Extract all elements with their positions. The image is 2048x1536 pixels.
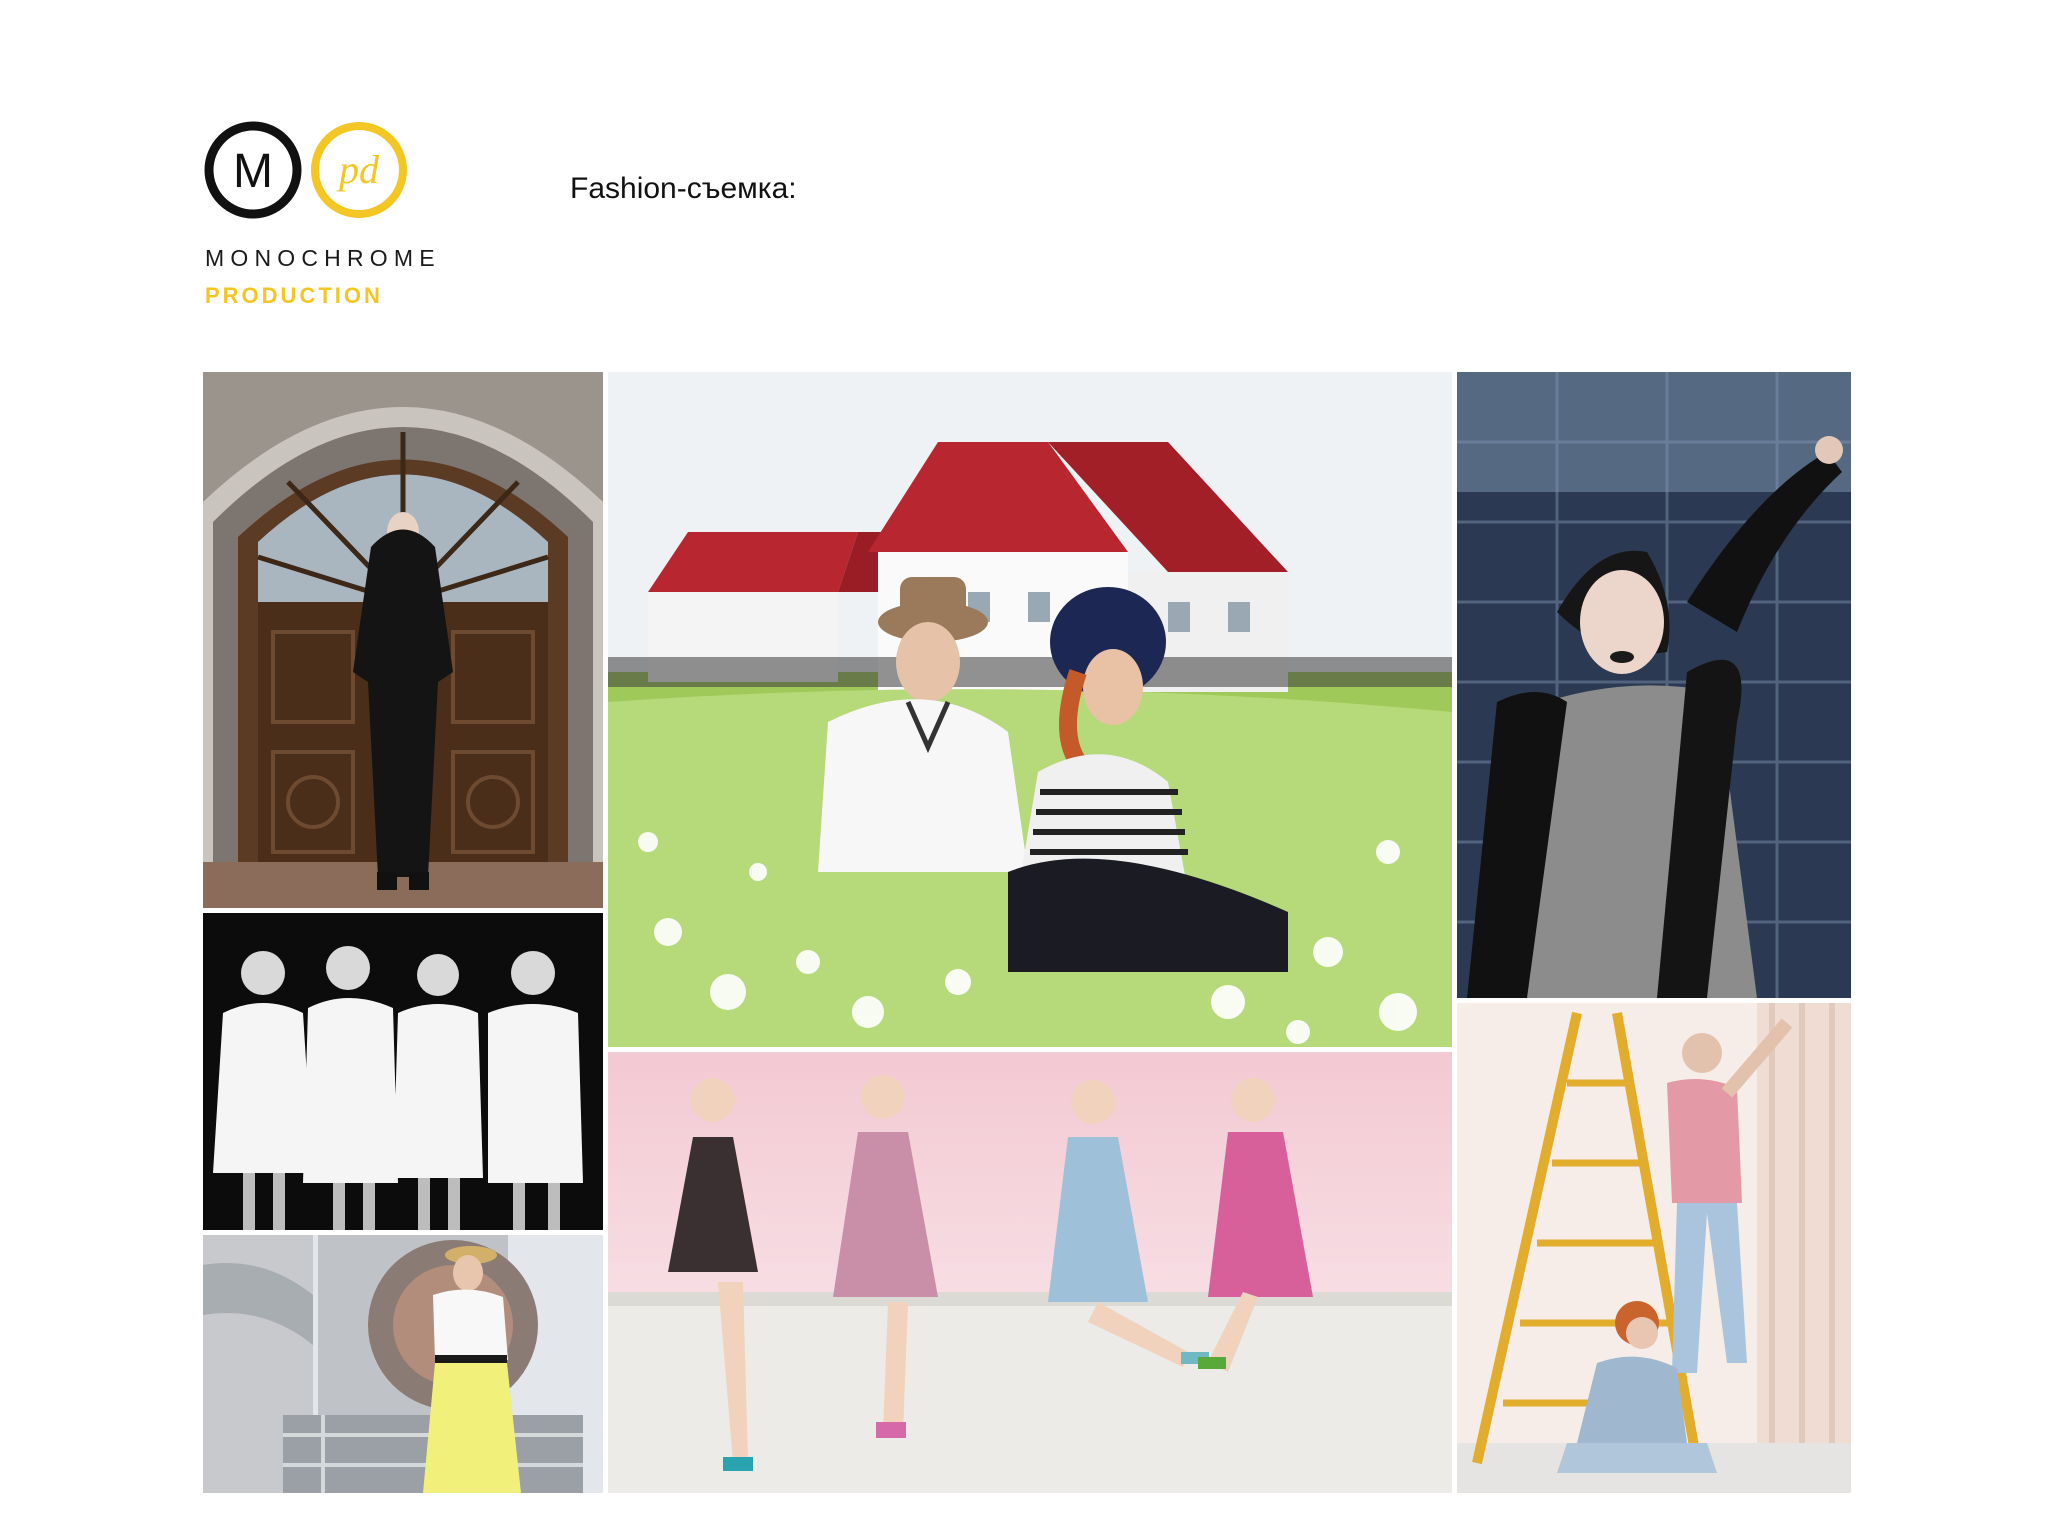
brand-logo: M pd MONOCHROME PRODUCTION xyxy=(203,120,503,320)
photo-arch-door xyxy=(203,372,603,908)
photo-leather-jacket-image xyxy=(1457,372,1851,998)
photo-leather-jacket xyxy=(1457,372,1851,998)
logo-mark: M pd xyxy=(203,120,413,220)
photo-yellow-skirt-image xyxy=(203,1235,603,1493)
section-title: Fashion-съемка: xyxy=(570,172,797,205)
photo-floral-dresses-image xyxy=(608,1052,1452,1493)
brand-tagline: PRODUCTION xyxy=(205,283,383,308)
logo-mark-right: pd xyxy=(336,147,380,192)
photo-ladder-couple-image xyxy=(1457,1003,1851,1493)
photo-meadow-couple xyxy=(608,372,1452,1047)
photo-arch-door-image xyxy=(203,372,603,908)
photo-white-shirts-image xyxy=(203,913,603,1230)
photo-ladder-couple xyxy=(1457,1003,1851,1493)
brand-name: MONOCHROME xyxy=(205,245,441,271)
logo-pd-circle-icon: pd xyxy=(311,122,407,218)
photo-yellow-skirt xyxy=(203,1235,603,1493)
photo-floral-dresses xyxy=(608,1052,1452,1493)
logo-m-circle-icon: M xyxy=(204,121,302,219)
photo-white-shirts xyxy=(203,913,603,1230)
logo-mark-left: M xyxy=(233,145,273,198)
photo-meadow-couple-image xyxy=(608,372,1452,1047)
